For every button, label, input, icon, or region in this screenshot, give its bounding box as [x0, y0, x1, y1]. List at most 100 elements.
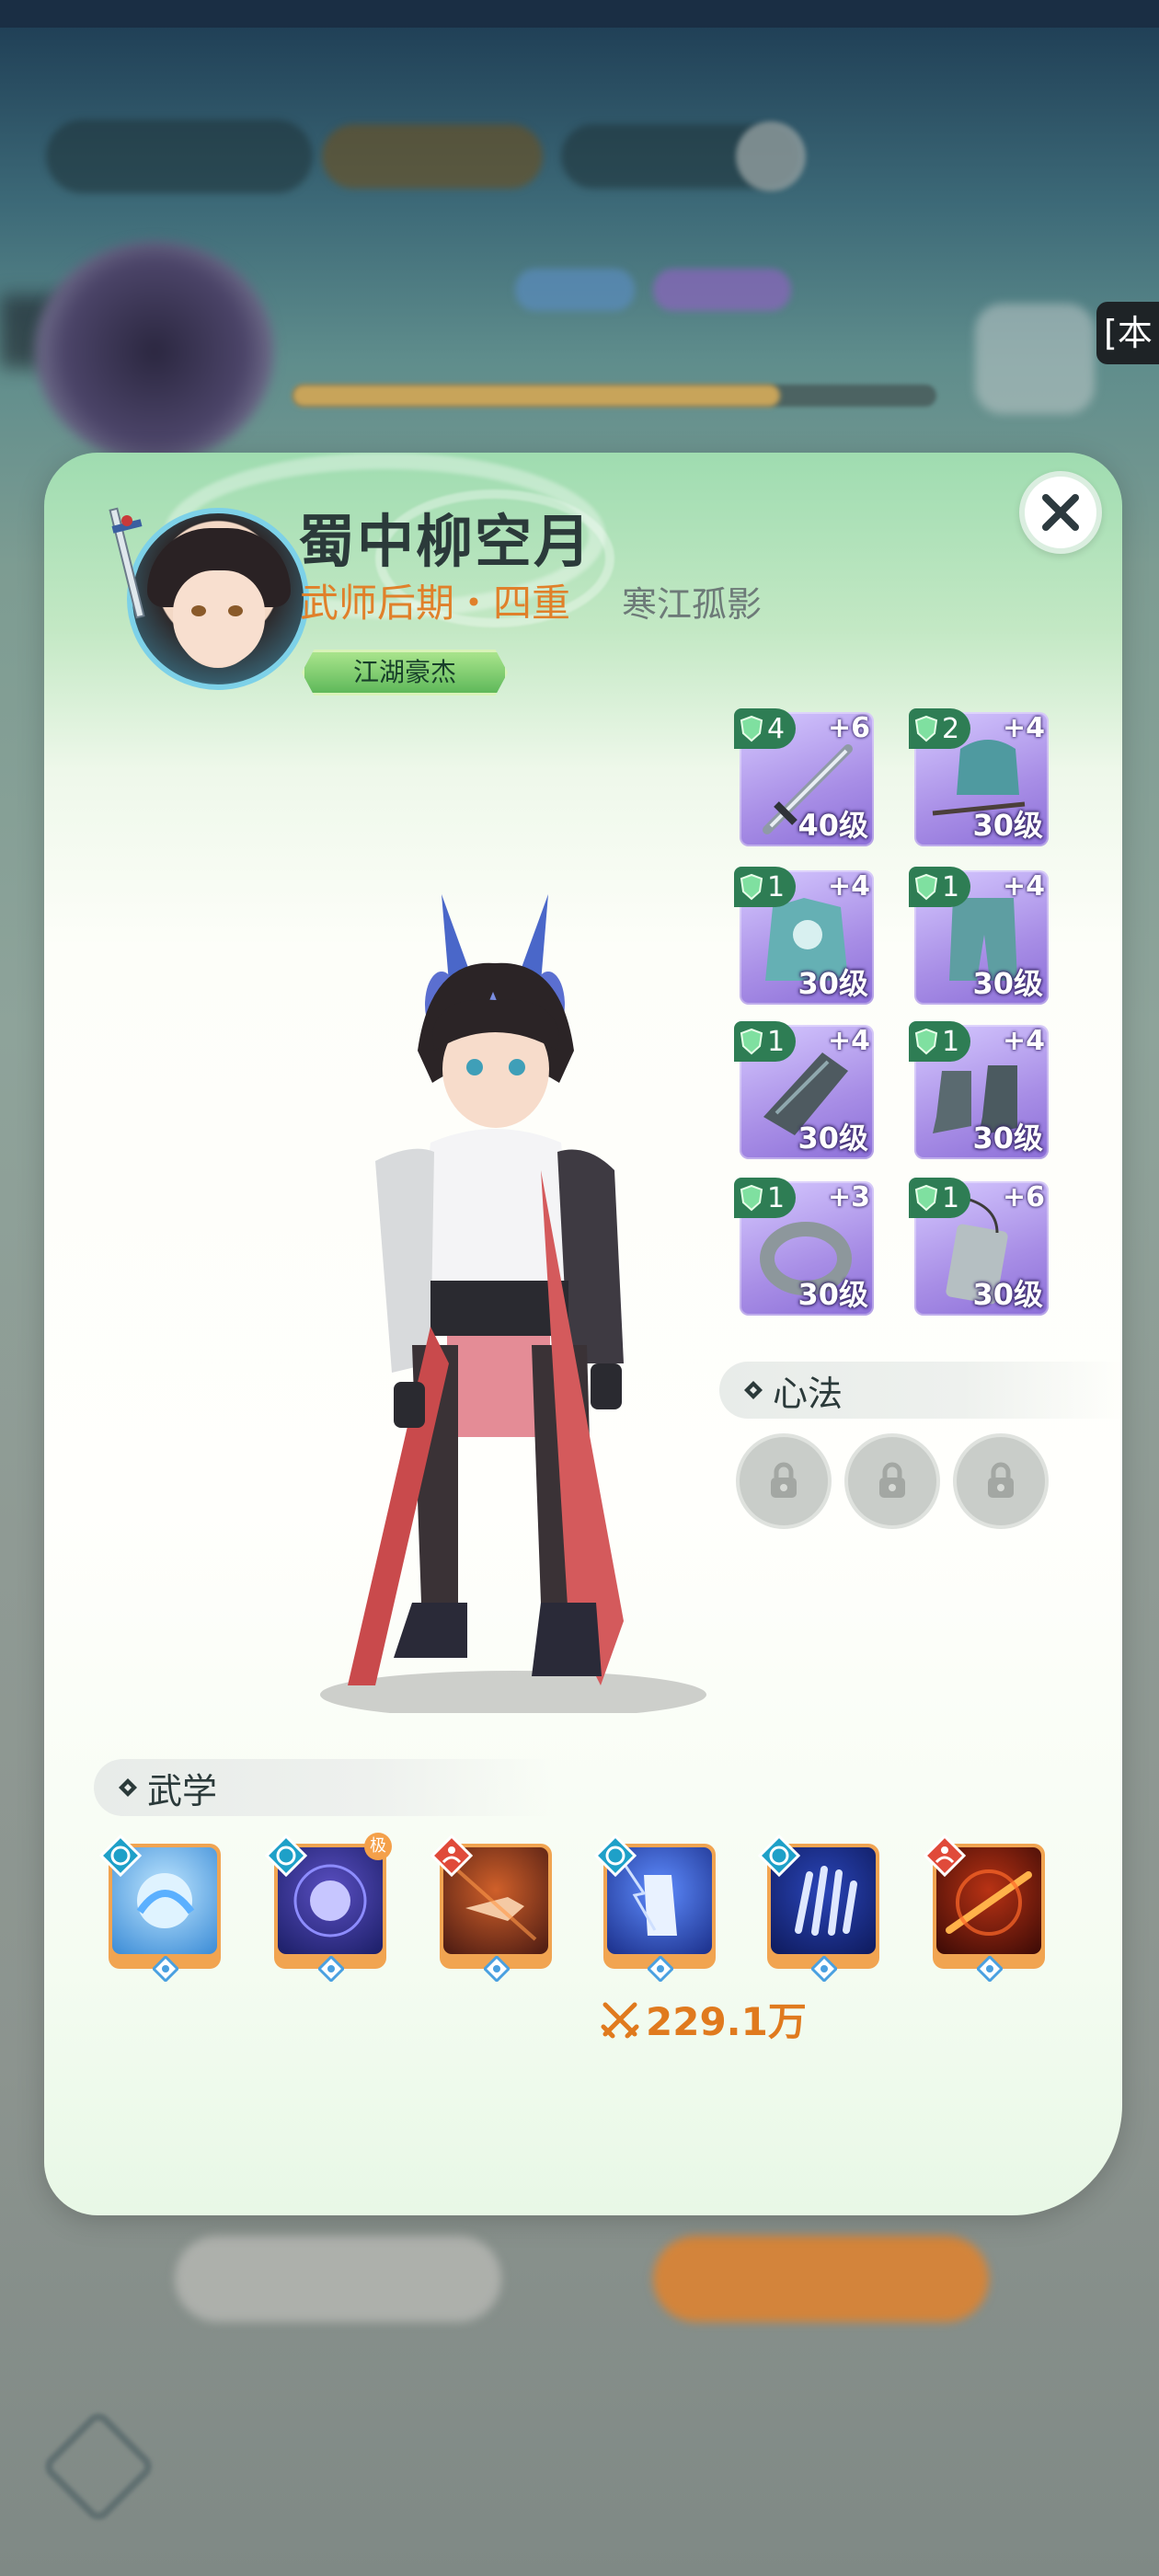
- title-badge: 江湖豪杰: [302, 650, 508, 696]
- shield-gem-icon: [914, 1184, 938, 1212]
- equip-slot-bottom[interactable]: 1 +4 30级: [909, 867, 1049, 1005]
- combat-power: 229.1万: [600, 1991, 807, 2047]
- skill-fist-palm[interactable]: [99, 1834, 221, 1982]
- grade-gem-icon: [484, 1956, 510, 1982]
- gem-count: 2: [942, 712, 960, 745]
- taiji-school-icon: [594, 1834, 637, 1877]
- player-rank: 武师后期・四重: [300, 581, 571, 626]
- refine-level: +3: [827, 1181, 870, 1213]
- lock-icon: [988, 1462, 1014, 1498]
- gem-badge: 4: [734, 708, 797, 749]
- equip-level: 30级: [972, 808, 1043, 843]
- skill-lightning-palm[interactable]: [594, 1834, 716, 1982]
- diamond-bullet-icon: [119, 1778, 137, 1797]
- skill-claw[interactable]: [758, 1834, 879, 1982]
- grade-gem-icon: [648, 1956, 673, 1982]
- refine-level: +4: [827, 1025, 870, 1057]
- equip-level: 40级: [798, 808, 868, 843]
- skill-fire-staff[interactable]: [924, 1834, 1045, 1982]
- gem-badge: 1: [734, 867, 797, 907]
- equip-slot-pendant[interactable]: 1 +6 30级: [909, 1178, 1049, 1316]
- skill-corner-badge: 极: [364, 1833, 392, 1860]
- refine-level: +4: [1002, 870, 1045, 903]
- xinfa-slot-locked[interactable]: [736, 1433, 832, 1529]
- gem-count: 1: [767, 870, 786, 903]
- xinfa-slot-locked[interactable]: [953, 1433, 1049, 1529]
- crossed-swords-icon: [601, 2002, 639, 2038]
- refine-level: +6: [1002, 1181, 1045, 1213]
- grade-gem-icon: [153, 1956, 178, 1982]
- lock-icon: [771, 1462, 797, 1498]
- equip-level: 30级: [798, 1121, 868, 1156]
- gem-count: 1: [942, 870, 960, 903]
- lock-icon: [879, 1462, 905, 1498]
- gem-count: 1: [942, 1025, 960, 1058]
- grade-gem-icon: [811, 1956, 837, 1982]
- taiji-school-icon: [99, 1834, 142, 1877]
- equip-level: 30级: [972, 1121, 1043, 1156]
- xinfa-slot-locked[interactable]: [844, 1433, 940, 1529]
- equip-slot-head[interactable]: 2 +4 30级: [909, 708, 1049, 846]
- skill-spirit-orb[interactable]: 极: [265, 1833, 392, 1982]
- avatar-face: [173, 570, 265, 666]
- grade-gem-icon: [977, 1956, 1003, 1982]
- shield-gem-icon: [740, 1028, 763, 1055]
- combat-power-value: 229.1万: [646, 1999, 807, 2044]
- equip-level: 30级: [798, 966, 868, 1001]
- bg-house-icon: [975, 304, 1095, 414]
- player-guild: 寒江孤影: [622, 584, 763, 625]
- wuxue-label: 武学: [147, 1770, 218, 1811]
- equip-slot-bracer[interactable]: 1 +4 30级: [734, 1021, 874, 1159]
- skill-punch[interactable]: [430, 1834, 552, 1982]
- gem-badge: 1: [734, 1178, 797, 1218]
- grade-gem-icon: [318, 1956, 344, 1982]
- gem-badge: 1: [909, 1178, 971, 1218]
- bg-resource-pill: [46, 120, 313, 193]
- shield-gem-icon: [914, 715, 938, 742]
- bg-progress-fill: [293, 385, 780, 407]
- gem-badge: 1: [909, 867, 971, 907]
- character-model: [320, 894, 706, 1713]
- gem-badge: 2: [909, 708, 971, 749]
- shield-gem-icon: [740, 715, 763, 742]
- status-bar: [0, 0, 1159, 28]
- refine-level: +4: [827, 870, 870, 903]
- bg-add-icon: [736, 121, 806, 191]
- taiji-school-icon: [265, 1834, 307, 1877]
- equip-slot-boots[interactable]: 1 +4 30级: [909, 1021, 1049, 1159]
- side-chat-tab[interactable]: [本: [1096, 302, 1159, 364]
- gem-count: 4: [767, 712, 786, 745]
- equip-level: 30级: [972, 1277, 1043, 1312]
- avatar-sword-icon: [109, 507, 145, 619]
- bg-tag: [515, 269, 635, 311]
- equip-slot-top[interactable]: 1 +4 30级: [734, 867, 874, 1005]
- gem-count: 1: [942, 1181, 960, 1214]
- shield-gem-icon: [914, 873, 938, 901]
- player-profile-card: 蜀中柳空月 武师后期・四重 寒江孤影 江湖豪杰 4 +6 40级 2 +4 30…: [44, 453, 1122, 2215]
- equip-level: 30级: [798, 1277, 868, 1312]
- close-button[interactable]: [1019, 471, 1102, 554]
- refine-level: +4: [1002, 1025, 1045, 1057]
- meditation-school-icon: [430, 1834, 473, 1877]
- gem-badge: 1: [909, 1021, 971, 1062]
- refine-level: +4: [1002, 712, 1045, 744]
- bg-guild-emblem: [35, 241, 274, 462]
- bg-diamond-icon: [40, 2408, 157, 2525]
- bg-join-button: [653, 2236, 989, 2322]
- bg-manage-button: [175, 2236, 501, 2322]
- equip-level: 30级: [972, 966, 1043, 1001]
- avatar-eye: [228, 605, 243, 616]
- xinfa-label: 心法: [773, 1373, 843, 1414]
- gem-badge: 1: [734, 1021, 797, 1062]
- equip-slot-weapon[interactable]: 4 +6 40级: [734, 708, 874, 846]
- bg-gold-pill: [322, 124, 543, 189]
- shield-gem-icon: [914, 1028, 938, 1055]
- equip-slot-ring[interactable]: 1 +3 30级: [734, 1178, 874, 1316]
- player-name: 蜀中柳空月: [298, 508, 593, 575]
- refine-level: +6: [827, 712, 870, 744]
- meditation-school-icon: [924, 1834, 966, 1877]
- xinfa-section-header: 心法: [719, 1362, 1122, 1419]
- taiji-school-icon: [758, 1834, 800, 1877]
- close-icon: [1042, 494, 1079, 531]
- gem-count: 1: [767, 1025, 786, 1058]
